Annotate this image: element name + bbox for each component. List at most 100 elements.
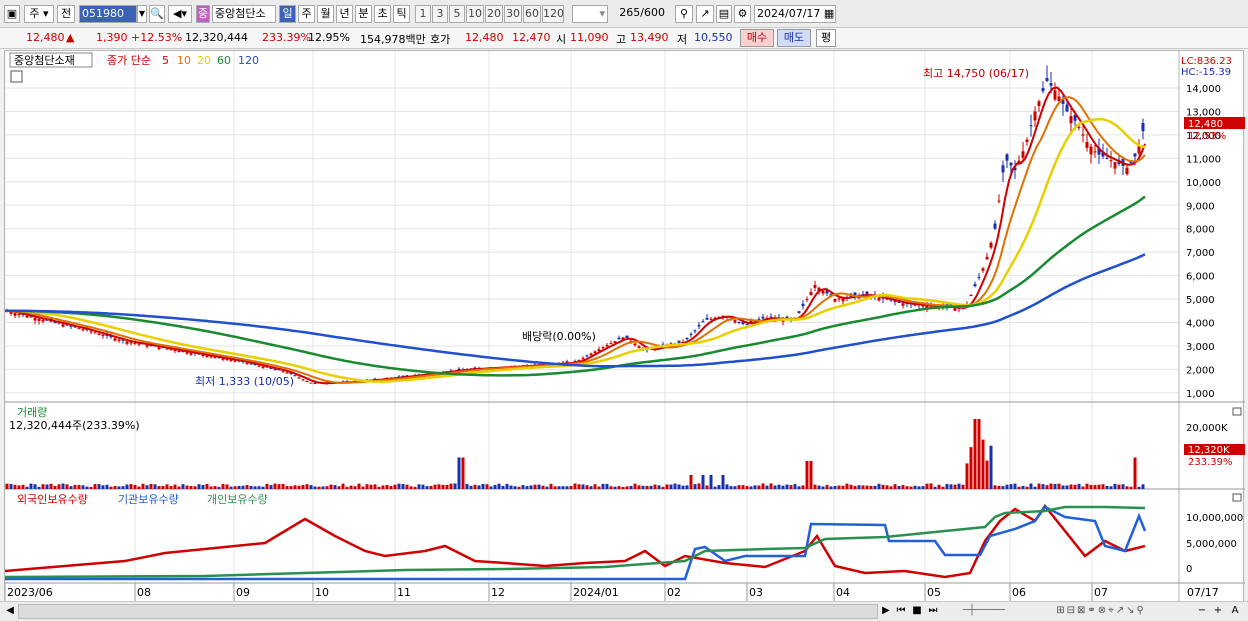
x-label: 2023/06 <box>7 586 53 599</box>
zoom-slider[interactable]: ─┼───── <box>944 604 1024 619</box>
candle-body <box>1041 88 1045 92</box>
volume-bar <box>465 484 469 489</box>
open-label: 시 <box>556 33 567 46</box>
candle-body <box>81 329 85 331</box>
tool-icons[interactable]: ⊞⊟⊠⚭⊗⌖↗↘⚲ <box>1026 604 1176 619</box>
zoom-out-icon[interactable]: − <box>1196 604 1208 619</box>
date-field[interactable]: 2024/07/17 ▦ <box>754 5 836 23</box>
count-dropdown[interactable]: ▾ <box>572 5 608 23</box>
table-icon[interactable] <box>10 70 23 83</box>
volume-bar <box>941 486 945 489</box>
volume-bar <box>69 486 73 489</box>
volume-bar <box>837 485 841 489</box>
volume-bar <box>1049 483 1053 489</box>
zoom-in-icon[interactable]: + <box>1212 604 1224 619</box>
volume-bar <box>397 483 401 489</box>
minute-120-button[interactable]: 120 <box>542 5 564 23</box>
chart-area[interactable]: 중앙첨단소재 종가 단순 5 10 20 60 120 LC:836.23 HC… <box>4 50 1245 603</box>
period-6-button[interactable]: 틱 <box>393 5 410 23</box>
scroll-left-icon[interactable]: ◀ <box>4 604 16 619</box>
x-label: 07 <box>1094 586 1108 599</box>
volume-close-icon[interactable] <box>1232 407 1242 416</box>
prev-button[interactable]: 전 <box>57 5 75 23</box>
period-dropdown[interactable]: 주 ▾ <box>24 5 54 23</box>
candle-body <box>297 377 301 379</box>
volume-bar <box>293 485 297 489</box>
volume-bar <box>725 484 729 489</box>
candle-body <box>1077 126 1081 128</box>
minute-10-button[interactable]: 10 <box>466 5 484 23</box>
candle-body <box>1089 146 1093 155</box>
volume-bar <box>413 486 417 489</box>
stock-code-input[interactable]: 051980 <box>79 5 137 23</box>
candle-body <box>685 337 689 340</box>
volume-bar <box>205 483 209 489</box>
count-field[interactable]: 265/600 <box>611 5 667 23</box>
period-3-button[interactable]: 년 <box>336 5 353 23</box>
minute-3-button[interactable]: 3 <box>432 5 448 23</box>
minute-1-button[interactable]: 1 <box>415 5 431 23</box>
volume-bar <box>505 483 509 489</box>
volume-bars <box>5 419 1145 489</box>
sell-button[interactable]: 매도 <box>777 29 811 47</box>
period-1-button[interactable]: 주 <box>298 5 315 23</box>
candle-body <box>137 343 141 345</box>
minute-60-button[interactable]: 60 <box>523 5 541 23</box>
volume-bar <box>29 483 33 489</box>
volume-bar <box>1121 484 1125 489</box>
volume-bar <box>521 485 525 489</box>
volume-bar <box>945 484 949 489</box>
scrollbar-track[interactable] <box>18 604 878 619</box>
candle-body <box>837 298 841 300</box>
holder-lines <box>4 503 1147 581</box>
code-dropdown-icon[interactable]: ▼ <box>137 5 147 23</box>
buy-button[interactable]: 매수 <box>740 29 774 47</box>
period-0-button[interactable]: 일 <box>279 5 296 23</box>
volume-bar <box>321 486 325 489</box>
minute-30-button[interactable]: 30 <box>504 5 522 23</box>
search-icon[interactable]: 🔍 <box>149 5 165 23</box>
candle-body <box>97 333 101 335</box>
chart-menu-icon[interactable]: ▣ <box>4 5 20 23</box>
volume-bar <box>1125 486 1129 489</box>
volume-bar <box>869 485 873 489</box>
candle-type-icon[interactable]: ⚲ <box>675 5 693 23</box>
volume-bar <box>501 485 505 489</box>
minute-20-button[interactable]: 20 <box>485 5 503 23</box>
volume-bar <box>93 484 97 489</box>
price-tick: 5,000 <box>1186 295 1215 306</box>
last-icon[interactable]: ⏭ <box>926 604 940 619</box>
volume-bar <box>625 486 629 489</box>
volume-bar <box>1133 457 1137 489</box>
volume-bar <box>169 486 173 489</box>
candle-body <box>41 319 45 322</box>
avg-button[interactable]: 평 <box>816 29 836 47</box>
period-5-button[interactable]: 초 <box>374 5 391 23</box>
stop-icon[interactable]: ■ <box>910 604 924 619</box>
volume-bar <box>37 486 41 489</box>
stock-name-field[interactable]: 중앙첨단소 <box>212 5 276 23</box>
volume-bar <box>457 457 461 489</box>
volume-bar <box>65 484 69 489</box>
minute-5-button[interactable]: 5 <box>449 5 465 23</box>
candle-body <box>113 338 117 341</box>
volume-bar <box>761 483 765 489</box>
volume-bar <box>1021 486 1025 489</box>
gear-icon[interactable]: ⚙ <box>734 5 751 23</box>
price-value: 12,480 <box>26 31 65 44</box>
speaker-icon[interactable]: ◀▾ <box>168 5 192 23</box>
holder-close-icon[interactable] <box>1232 493 1242 502</box>
candle-body <box>737 321 741 323</box>
first-icon[interactable]: ⏮ <box>894 604 908 619</box>
period-2-button[interactable]: 월 <box>317 5 334 23</box>
price-tick: 2,000 <box>1186 365 1215 376</box>
volume-bar <box>525 486 529 489</box>
volume-bar <box>377 486 381 489</box>
scroll-right-icon[interactable]: ▶ <box>880 604 892 619</box>
volume-bar <box>965 463 969 489</box>
period-4-button[interactable]: 분 <box>355 5 372 23</box>
font-icon[interactable]: A <box>1228 604 1242 619</box>
save-icon[interactable]: ▤ <box>716 5 732 23</box>
drawing-tool-icon[interactable]: ↗ <box>696 5 714 23</box>
x-label: 11 <box>397 586 411 599</box>
